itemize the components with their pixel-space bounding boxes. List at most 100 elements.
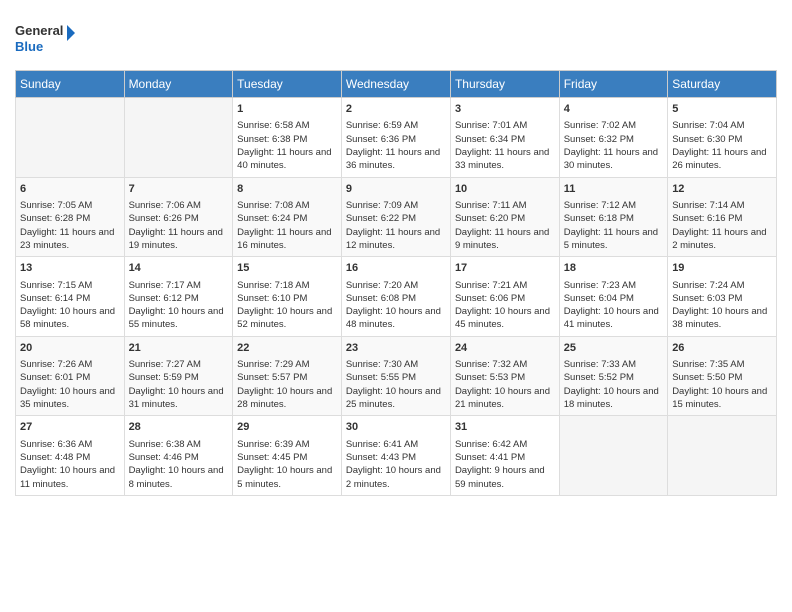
sunset-text: Sunset: 6:01 PM: [20, 371, 120, 384]
sunrise-text: Sunrise: 7:20 AM: [346, 279, 446, 292]
calendar-cell: 1Sunrise: 6:58 AMSunset: 6:38 PMDaylight…: [233, 98, 342, 178]
sunrise-text: Sunrise: 6:59 AM: [346, 119, 446, 132]
calendar-week-3: 13Sunrise: 7:15 AMSunset: 6:14 PMDayligh…: [16, 257, 777, 337]
day-header-sunday: Sunday: [16, 71, 125, 98]
sunset-text: Sunset: 5:53 PM: [455, 371, 555, 384]
day-number: 1: [237, 102, 337, 117]
daylight-text: Daylight: 10 hours and 41 minutes.: [564, 305, 663, 332]
sunrise-text: Sunrise: 6:39 AM: [237, 438, 337, 451]
svg-text:Blue: Blue: [15, 39, 43, 54]
sunset-text: Sunset: 4:46 PM: [129, 451, 229, 464]
sunset-text: Sunset: 6:30 PM: [672, 133, 772, 146]
day-header-monday: Monday: [124, 71, 233, 98]
calendar-cell: 25Sunrise: 7:33 AMSunset: 5:52 PMDayligh…: [559, 336, 667, 416]
daylight-text: Daylight: 10 hours and 8 minutes.: [129, 464, 229, 491]
calendar-cell: [124, 98, 233, 178]
sunset-text: Sunset: 6:12 PM: [129, 292, 229, 305]
daylight-text: Daylight: 11 hours and 23 minutes.: [20, 226, 120, 253]
daylight-text: Daylight: 10 hours and 35 minutes.: [20, 385, 120, 412]
sunset-text: Sunset: 6:22 PM: [346, 212, 446, 225]
day-number: 5: [672, 102, 772, 117]
page-header: General Blue: [15, 15, 777, 60]
sunrise-text: Sunrise: 7:29 AM: [237, 358, 337, 371]
daylight-text: Daylight: 10 hours and 18 minutes.: [564, 385, 663, 412]
day-number: 20: [20, 341, 120, 356]
sunset-text: Sunset: 6:16 PM: [672, 212, 772, 225]
daylight-text: Daylight: 10 hours and 11 minutes.: [20, 464, 120, 491]
calendar-cell: 26Sunrise: 7:35 AMSunset: 5:50 PMDayligh…: [668, 336, 777, 416]
daylight-text: Daylight: 11 hours and 30 minutes.: [564, 146, 663, 173]
sunrise-text: Sunrise: 7:24 AM: [672, 279, 772, 292]
sunrise-text: Sunrise: 7:05 AM: [20, 199, 120, 212]
sunrise-text: Sunrise: 7:04 AM: [672, 119, 772, 132]
calendar-cell: 13Sunrise: 7:15 AMSunset: 6:14 PMDayligh…: [16, 257, 125, 337]
daylight-text: Daylight: 10 hours and 15 minutes.: [672, 385, 772, 412]
day-header-saturday: Saturday: [668, 71, 777, 98]
calendar-cell: 30Sunrise: 6:41 AMSunset: 4:43 PMDayligh…: [341, 416, 450, 496]
sunset-text: Sunset: 6:04 PM: [564, 292, 663, 305]
calendar-cell: 20 Sunrise: 7:26 AMSunset: 6:01 PMDayligh…: [16, 336, 125, 416]
day-number: 17: [455, 261, 555, 276]
calendar-cell: 12Sunrise: 7:14 AMSunset: 6:16 PMDayligh…: [668, 177, 777, 257]
calendar-cell: [668, 416, 777, 496]
sunrise-text: Sunrise: 7:12 AM: [564, 199, 663, 212]
calendar-cell: 16Sunrise: 7:20 AMSunset: 6:08 PMDayligh…: [341, 257, 450, 337]
sunrise-text: Sunrise: 7:17 AM: [129, 279, 229, 292]
daylight-text: Daylight: 11 hours and 5 minutes.: [564, 226, 663, 253]
sunset-text: Sunset: 5:59 PM: [129, 371, 229, 384]
sunset-text: Sunset: 6:20 PM: [455, 212, 555, 225]
daylight-text: Daylight: 11 hours and 33 minutes.: [455, 146, 555, 173]
sunrise-text: Sunrise: 7:11 AM: [455, 199, 555, 212]
day-number: 7: [129, 182, 229, 197]
sunset-text: Sunset: 6:28 PM: [20, 212, 120, 225]
day-number: 19: [672, 261, 772, 276]
day-number: 28: [129, 420, 229, 435]
daylight-text: Daylight: 10 hours and 38 minutes.: [672, 305, 772, 332]
sunrise-text: Sunrise: 7:26 AM: [20, 358, 120, 371]
day-number: 8: [237, 182, 337, 197]
svg-text:General: General: [15, 23, 63, 38]
calendar-cell: 2Sunrise: 6:59 AMSunset: 6:36 PMDaylight…: [341, 98, 450, 178]
day-number: 29: [237, 420, 337, 435]
calendar-cell: 21Sunrise: 7:27 AMSunset: 5:59 PMDayligh…: [124, 336, 233, 416]
daylight-text: Daylight: 10 hours and 21 minutes.: [455, 385, 555, 412]
sunset-text: Sunset: 6:32 PM: [564, 133, 663, 146]
sunrise-text: Sunrise: 7:30 AM: [346, 358, 446, 371]
calendar-week-5: 27Sunrise: 6:36 AMSunset: 4:48 PMDayligh…: [16, 416, 777, 496]
daylight-text: Daylight: 10 hours and 28 minutes.: [237, 385, 337, 412]
calendar-cell: 9Sunrise: 7:09 AMSunset: 6:22 PMDaylight…: [341, 177, 450, 257]
day-number: 25: [564, 341, 663, 356]
day-number: 21: [129, 341, 229, 356]
daylight-text: Daylight: 10 hours and 58 minutes.: [20, 305, 120, 332]
calendar-cell: 8Sunrise: 7:08 AMSunset: 6:24 PMDaylight…: [233, 177, 342, 257]
sunset-text: Sunset: 6:14 PM: [20, 292, 120, 305]
sunset-text: Sunset: 5:50 PM: [672, 371, 772, 384]
calendar-cell: 10Sunrise: 7:11 AMSunset: 6:20 PMDayligh…: [450, 177, 559, 257]
daylight-text: Daylight: 11 hours and 16 minutes.: [237, 226, 337, 253]
sunset-text: Sunset: 4:45 PM: [237, 451, 337, 464]
calendar-cell: 7Sunrise: 7:06 AMSunset: 6:26 PMDaylight…: [124, 177, 233, 257]
calendar-week-1: 1Sunrise: 6:58 AMSunset: 6:38 PMDaylight…: [16, 98, 777, 178]
sunrise-text: Sunrise: 7:09 AM: [346, 199, 446, 212]
calendar-cell: 29Sunrise: 6:39 AMSunset: 4:45 PMDayligh…: [233, 416, 342, 496]
calendar-cell: 3Sunrise: 7:01 AMSunset: 6:34 PMDaylight…: [450, 98, 559, 178]
day-number: 14: [129, 261, 229, 276]
day-number: 3: [455, 102, 555, 117]
calendar-table: SundayMondayTuesdayWednesdayThursdayFrid…: [15, 70, 777, 496]
day-number: 12: [672, 182, 772, 197]
sunset-text: Sunset: 5:55 PM: [346, 371, 446, 384]
sunset-text: Sunset: 6:34 PM: [455, 133, 555, 146]
sunrise-text: Sunrise: 7:33 AM: [564, 358, 663, 371]
sunset-text: Sunset: 6:03 PM: [672, 292, 772, 305]
calendar-header-row: SundayMondayTuesdayWednesdayThursdayFrid…: [16, 71, 777, 98]
sunset-text: Sunset: 6:06 PM: [455, 292, 555, 305]
sunset-text: Sunset: 6:10 PM: [237, 292, 337, 305]
daylight-text: Daylight: 10 hours and 45 minutes.: [455, 305, 555, 332]
sunrise-text: Sunrise: 6:36 AM: [20, 438, 120, 451]
calendar-cell: 24Sunrise: 7:32 AMSunset: 5:53 PMDayligh…: [450, 336, 559, 416]
daylight-text: Daylight: 11 hours and 12 minutes.: [346, 226, 446, 253]
daylight-text: Daylight: 10 hours and 48 minutes.: [346, 305, 446, 332]
day-header-thursday: Thursday: [450, 71, 559, 98]
day-number: 4: [564, 102, 663, 117]
sunset-text: Sunset: 6:18 PM: [564, 212, 663, 225]
